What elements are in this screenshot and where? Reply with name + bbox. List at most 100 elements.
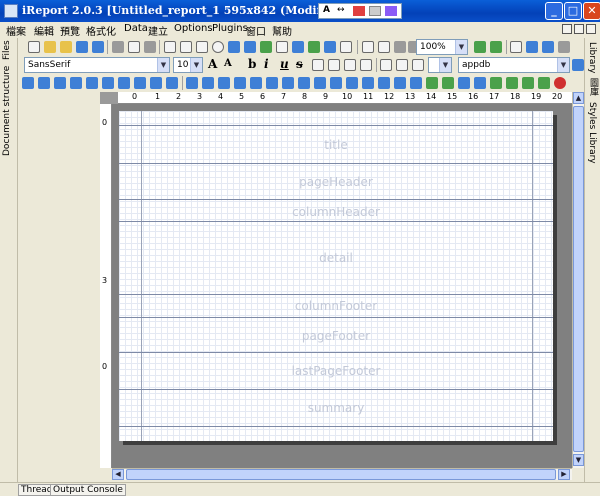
paste-icon[interactable] [144,41,156,53]
subreport-icon[interactable] [292,41,304,53]
zoom-out-icon[interactable] [490,41,502,53]
menu-window[interactable]: 窗口 [246,23,266,38]
band-column-footer[interactable]: columnFooter [119,299,553,313]
vertical-scroll-thumb[interactable] [573,106,584,452]
save-icon[interactable] [76,41,88,53]
ime-icon[interactable] [353,6,365,16]
band-separator[interactable] [119,426,553,427]
same-width-min-icon[interactable] [218,77,230,89]
align-bottom-edges-icon[interactable] [70,77,82,89]
join-left-icon[interactable] [150,77,162,89]
report-page[interactable]: title pageHeader columnHeader detail col… [119,111,553,441]
minus-icon[interactable] [538,77,550,89]
tab-output-console[interactable]: Output Console [50,484,126,496]
menu-file[interactable]: 檔案 [6,23,26,38]
band-separator[interactable] [119,389,553,390]
menu-format[interactable]: 格式化 [86,23,116,38]
band-title[interactable]: title [119,138,553,152]
band-page-footer[interactable]: pageFooter [119,329,553,343]
chevron-down-icon[interactable]: ▼ [455,40,467,54]
valign-middle-icon[interactable] [396,59,408,71]
vspace-remove-icon[interactable] [410,77,422,89]
scroll-right-icon[interactable]: ▶ [558,469,570,480]
plus-icon[interactable] [522,77,534,89]
organize-as-table-icon[interactable] [442,77,454,89]
same-height-min-icon[interactable] [266,77,278,89]
band-last-page-footer[interactable]: lastPageFooter [119,364,553,378]
hspace-increase-icon[interactable] [314,77,326,89]
band-icon[interactable] [362,41,374,53]
static-text-icon[interactable] [228,41,240,53]
wizard-icon[interactable] [44,41,56,53]
align-left-icon[interactable] [312,59,324,71]
menu-options[interactable]: Options [174,23,213,34]
menu-data[interactable]: Data [124,23,148,34]
same-height-icon[interactable] [234,77,246,89]
keyboard-icon[interactable] [369,6,381,16]
strikethrough-button[interactable]: s [296,57,303,71]
run-datasource-icon[interactable] [542,41,554,53]
vertical-scrollbar[interactable]: ▲ ▼ [572,92,584,468]
barcode-icon[interactable] [324,41,336,53]
zoom-select[interactable]: 100% ▼ [416,39,468,55]
same-size-icon[interactable] [282,77,294,89]
band-separator[interactable] [119,125,553,126]
group-icon[interactable] [378,41,390,53]
compile-icon[interactable] [510,41,522,53]
band-separator[interactable] [119,221,553,222]
language-a-icon[interactable]: A [323,5,330,15]
new-file-icon[interactable] [28,41,40,53]
center-in-page-icon[interactable] [134,77,146,89]
settings-icon[interactable] [558,41,570,53]
remove-band-icon[interactable] [506,77,518,89]
horizontal-scroll-thumb[interactable] [126,469,556,480]
band-separator[interactable] [119,294,553,295]
align-top-edges-icon[interactable] [54,77,66,89]
bold-button[interactable]: b [248,57,256,71]
magnet-icon[interactable] [554,77,566,89]
band-detail[interactable]: detail [119,251,553,265]
tab-document-structure[interactable]: Document structure [2,66,12,156]
mdi-close-icon[interactable] [586,24,596,34]
valign-top-icon[interactable] [380,59,392,71]
align-right-edges-icon[interactable] [38,77,50,89]
chevron-down-icon[interactable]: ▼ [157,58,169,72]
language-bar[interactable]: A ↔ [318,3,402,19]
font-name-select[interactable]: SansSerif ▼ [24,57,170,73]
align-center-icon[interactable] [328,59,340,71]
pointer-icon[interactable] [164,41,176,53]
same-width-max-icon[interactable] [202,77,214,89]
chevron-down-icon[interactable]: ▼ [190,58,202,72]
menu-plugins[interactable]: Plugins [212,23,248,34]
help-icon[interactable] [385,6,397,16]
band-separator[interactable] [119,199,553,200]
zoom-in-icon[interactable] [474,41,486,53]
vspace-decrease-icon[interactable] [394,77,406,89]
menu-edit[interactable]: 編輯 [34,23,54,38]
band-separator[interactable] [119,352,553,353]
center-in-band-icon[interactable] [118,77,130,89]
frame-tool-icon[interactable] [276,41,288,53]
tab-library[interactable]: Library [587,42,597,73]
scroll-up-icon[interactable]: ▲ [573,92,584,104]
tab-misc[interactable]: 圖庫 [587,78,600,96]
cut-icon[interactable] [112,41,124,53]
hspace-equal-icon[interactable] [298,77,310,89]
horizontal-scrollbar[interactable]: ◀ ▶ [112,468,572,480]
chart-tool-icon[interactable] [308,41,320,53]
vspace-equal-icon[interactable] [362,77,374,89]
send-to-back-icon[interactable] [474,77,486,89]
decrease-font-button[interactable]: A [224,58,232,69]
italic-button[interactable]: i [264,57,269,71]
mdi-restore-icon[interactable] [562,24,572,34]
scroll-down-icon[interactable]: ▼ [573,454,584,466]
copy-icon[interactable] [128,41,140,53]
underline-button[interactable]: u [280,57,289,71]
menu-build[interactable]: 建立 [148,23,168,38]
border-color-select[interactable]: ▼ [428,57,452,73]
ellipse-tool-icon[interactable] [212,41,224,53]
band-summary[interactable]: summary [119,401,553,415]
run-icon[interactable] [526,41,538,53]
menu-preview[interactable]: 預覽 [60,23,80,38]
line-tool-icon[interactable] [180,41,192,53]
